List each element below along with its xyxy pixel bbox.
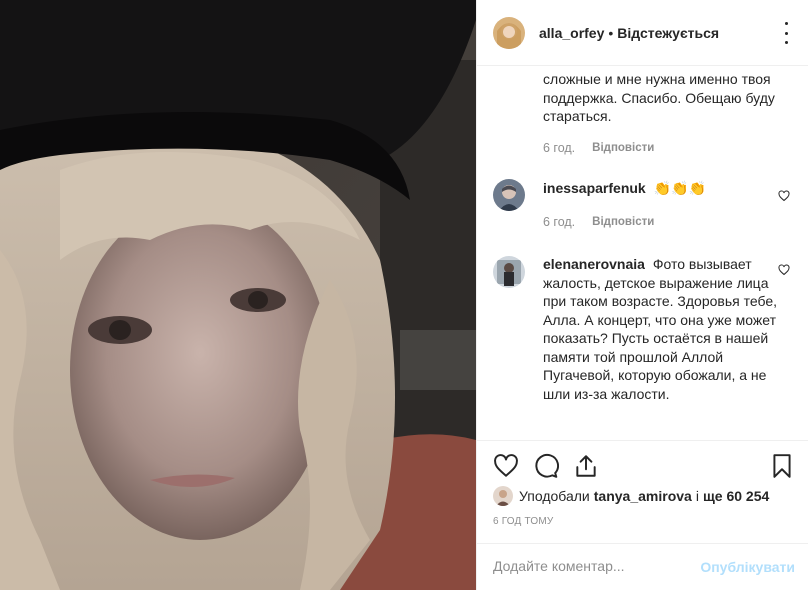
post-sidebar: alla_orfey • Відстежується сложные и мне…: [476, 0, 808, 590]
post-photo[interactable]: [0, 0, 476, 590]
author-avatar[interactable]: [493, 16, 525, 49]
comment-text: 👏👏👏: [653, 180, 706, 196]
header-separator: •: [608, 24, 614, 41]
publish-button[interactable]: Опублікувати: [700, 559, 795, 575]
likes-prefix: Уподобали: [519, 488, 590, 504]
reply-button[interactable]: Відповісти: [592, 142, 654, 154]
comment-meta-continued: 6 год. Відповісти: [543, 141, 654, 155]
reply-button[interactable]: Відповісти: [592, 216, 654, 228]
author-username[interactable]: alla_orfey: [539, 25, 604, 41]
more-options-icon[interactable]: [785, 22, 791, 44]
comment-text-continued: сложные и мне нужна именно твоя поддержк…: [543, 71, 775, 124]
comment-like-heart-icon[interactable]: [778, 264, 790, 276]
comment-input[interactable]: [493, 558, 693, 574]
instagram-post: alla_orfey • Відстежується сложные и мне…: [0, 0, 808, 590]
commenter-username[interactable]: inessaparfenuk: [543, 180, 646, 196]
comment-like-heart-icon[interactable]: [778, 190, 790, 202]
comment-time: 6 год.: [543, 215, 576, 229]
follow-status-button[interactable]: Відстежується: [617, 25, 719, 41]
post-timestamp[interactable]: 6 ГОД ТОМУ: [493, 516, 553, 527]
post-header: alla_orfey • Відстежується: [477, 0, 808, 66]
bookmark-icon[interactable]: [769, 453, 795, 479]
comment-time: 6 год.: [543, 141, 576, 155]
comments-list: сложные и мне нужна именно твоя поддержк…: [477, 67, 808, 440]
likes-count[interactable]: ще 60 254: [703, 488, 769, 504]
add-comment-section: Опублікувати: [477, 543, 808, 590]
liker-avatar[interactable]: [493, 486, 513, 506]
share-icon[interactable]: [573, 453, 599, 479]
post-actions-bar: [477, 440, 808, 486]
comment-body: inessaparfenuk 👏👏👏: [543, 179, 779, 198]
commenter-avatar[interactable]: [493, 179, 525, 211]
liker-username[interactable]: tanya_amirova: [594, 488, 692, 504]
selfie-image: [0, 0, 476, 590]
commenter-avatar[interactable]: [493, 256, 525, 288]
heart-icon[interactable]: [493, 453, 519, 479]
comment-bubble-icon[interactable]: [533, 453, 559, 479]
commenter-username[interactable]: elenanerovnaia: [543, 256, 645, 272]
comment-body: elenanerovnaia Фото вызывает жалость, де…: [543, 255, 779, 403]
likes-conjunction: і: [695, 488, 699, 504]
likes-summary: Уподобали tanya_amirova і ще 60 254: [493, 486, 769, 506]
comment-meta: 6 год. Відповісти: [543, 215, 654, 229]
comment-text: Фото вызывает жалость, детское выражение…: [543, 256, 778, 402]
